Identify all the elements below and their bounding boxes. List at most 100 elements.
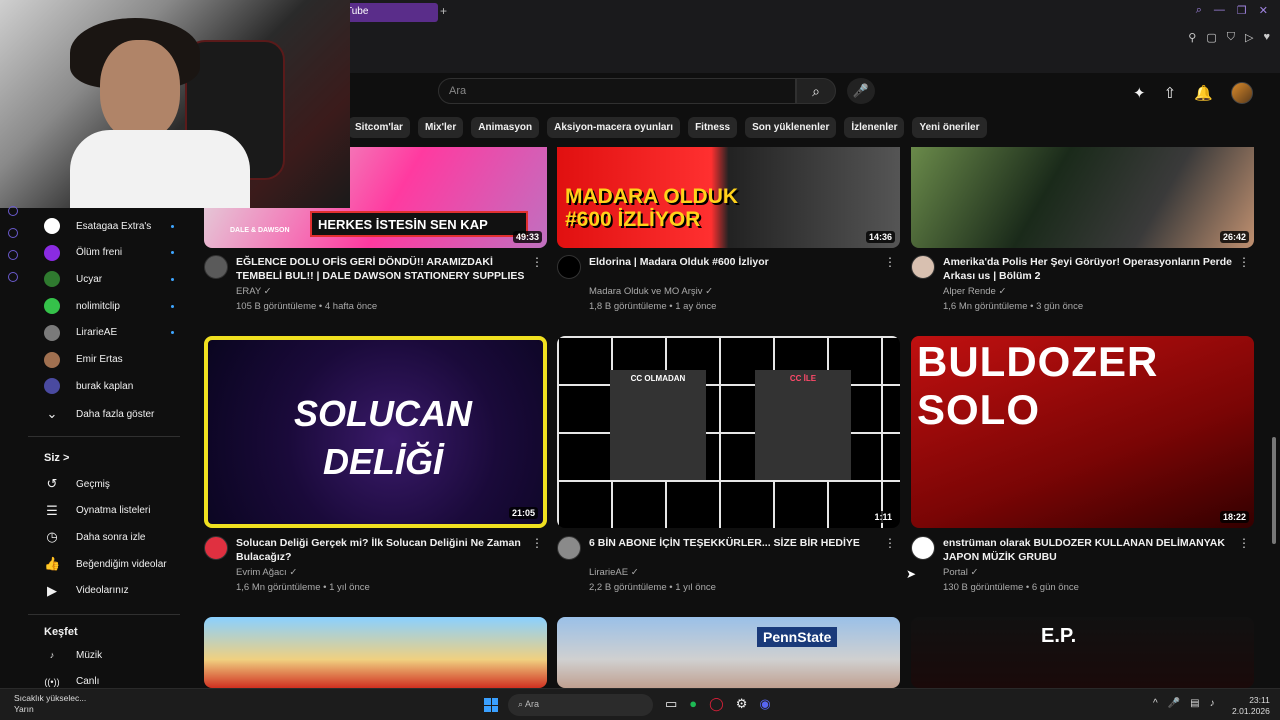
- steam-icon[interactable]: ⚙: [736, 696, 748, 712]
- voice-search-button[interactable]: 🎤: [847, 78, 875, 104]
- video-card[interactable]: MADARA OLDUK #600 İZLİYOR 14:36: [557, 147, 900, 248]
- heart-icon[interactable]: ♥: [1263, 31, 1270, 44]
- notifications-icon[interactable]: 🔔: [1194, 84, 1213, 102]
- you-section-title[interactable]: Siz >: [44, 452, 69, 464]
- channel-name[interactable]: ERAY ✓: [236, 286, 272, 297]
- channel-avatar: [44, 271, 60, 288]
- restore-icon[interactable]: ❐: [1237, 4, 1247, 17]
- video-title[interactable]: Solucan Deliği Gerçek mi? İlk Solucan De…: [236, 536, 526, 564]
- channel-avatar[interactable]: [204, 536, 228, 560]
- sidebar-subscription[interactable]: Esatagaa Extra's: [44, 216, 174, 236]
- sidebar-item[interactable]: ◷ Daha sonra izle: [44, 527, 145, 547]
- chevron-up-icon[interactable]: ^: [1153, 698, 1158, 709]
- scrollbar[interactable]: [1272, 437, 1276, 544]
- search-button[interactable]: ⌕: [796, 78, 836, 104]
- taskbar-search[interactable]: ⌕ Ara: [508, 694, 653, 716]
- channel-name[interactable]: Evrim Ağacı ✓: [236, 567, 297, 578]
- video-title[interactable]: Eldorina | Madara Olduk #600 İzliyor: [589, 255, 879, 269]
- video-card[interactable]: CC OLMADAN CC İLE 1:11: [557, 336, 900, 528]
- shield-icon[interactable]: ⛉: [1227, 31, 1235, 44]
- channel-name[interactable]: Alper Rende ✓: [943, 286, 1006, 297]
- video-card[interactable]: PennState: [557, 617, 900, 688]
- play-icon[interactable]: ▷: [1245, 31, 1253, 44]
- minimize-icon[interactable]: —: [1214, 4, 1225, 17]
- video-thumbnail[interactable]: [204, 617, 547, 688]
- channel-avatar[interactable]: [557, 255, 581, 279]
- video-thumbnail[interactable]: E.P.: [911, 617, 1254, 688]
- file-explorer-icon[interactable]: ▭: [665, 696, 677, 712]
- chip[interactable]: Yeni öneriler: [912, 117, 987, 138]
- sidebar-subscription[interactable]: Ölüm freni: [44, 243, 174, 263]
- sidebar-item[interactable]: ☰ Oynatma listeleri: [44, 501, 150, 521]
- chip[interactable]: Animasyon: [471, 117, 540, 138]
- more-options-icon[interactable]: ⋮: [884, 536, 896, 550]
- close-icon[interactable]: ✕: [1259, 4, 1268, 17]
- sidebar-item[interactable]: ♪ Müzik: [44, 645, 102, 665]
- browser-tab-active[interactable]: Tube: [338, 3, 438, 22]
- network-icon[interactable]: ▤: [1190, 698, 1199, 709]
- video-thumbnail[interactable]: 26:42: [911, 147, 1254, 248]
- volume-icon[interactable]: ♪: [1210, 698, 1215, 709]
- channel-avatar[interactable]: [911, 255, 935, 279]
- search-icon[interactable]: ⌕: [1196, 4, 1202, 17]
- microphone-icon[interactable]: 🎤: [1168, 698, 1180, 709]
- show-more-button[interactable]: ⌄ Daha fazla göster: [44, 404, 155, 424]
- sidebar-subscription[interactable]: Ucyar: [44, 269, 174, 289]
- video-thumbnail[interactable]: MADARA OLDUK #600 İZLİYOR 14:36: [557, 147, 900, 248]
- video-card[interactable]: SOLUCAN DELİĞİ 21:05: [204, 336, 547, 528]
- channel-avatar[interactable]: [911, 536, 935, 560]
- video-thumbnail[interactable]: BULDOZER SOLO 18:22: [911, 336, 1254, 528]
- channel-name[interactable]: LirarieAE ✓: [589, 567, 639, 578]
- video-title[interactable]: EĞLENCE DOLU OFİS GERİ DÖNDÜ!! ARAMIZDAK…: [236, 255, 526, 283]
- chip[interactable]: Mix'ler: [417, 117, 464, 138]
- new-tab-button[interactable]: +: [440, 4, 447, 18]
- thumb-text: MADARA OLDUK #600 İZLİYOR: [565, 185, 739, 231]
- channel-name[interactable]: Madara Olduk ve MO Arşiv ✓: [589, 286, 713, 297]
- discord-icon[interactable]: ◉: [759, 696, 770, 712]
- chevron-right-icon: >: [62, 452, 70, 464]
- upload-icon[interactable]: ⇧: [1164, 84, 1177, 102]
- thumb-panel-right: CC İLE: [755, 370, 851, 480]
- pin-icon[interactable]: ⚲: [1188, 31, 1196, 44]
- chip[interactable]: İzlenenler: [844, 117, 905, 138]
- screenshot-icon[interactable]: ▢: [1206, 31, 1216, 44]
- create-icon[interactable]: ✦: [1133, 84, 1146, 102]
- sidebar-subscription[interactable]: nolimitclip: [44, 296, 174, 316]
- clock[interactable]: 23:11 2.01.2026: [1232, 695, 1270, 717]
- video-title[interactable]: 6 BİN ABONE İÇİN TEŞEKKÜRLER... SİZE BİR…: [589, 536, 879, 550]
- video-thumbnail[interactable]: SOLUCAN DELİĞİ 21:05: [204, 336, 547, 528]
- channel-name[interactable]: Portal ✓: [943, 567, 978, 578]
- sidebar-subscription[interactable]: LirarieAE: [44, 323, 174, 343]
- header-actions: ✦ ⇧ 🔔: [1133, 82, 1253, 104]
- video-card[interactable]: 26:42: [911, 147, 1254, 248]
- spotify-icon[interactable]: ●: [689, 696, 697, 712]
- chip[interactable]: Fitness: [688, 117, 738, 138]
- opera-icon[interactable]: ◯: [709, 696, 724, 712]
- start-button[interactable]: [484, 698, 498, 712]
- sidebar-item[interactable]: 👍 Beğendiğim videolar: [44, 554, 167, 574]
- search-input[interactable]: Ara: [438, 78, 796, 104]
- sidebar-subscription[interactable]: burak kaplan: [44, 376, 174, 396]
- more-options-icon[interactable]: ⋮: [1238, 255, 1250, 269]
- channel-avatar[interactable]: [204, 255, 228, 279]
- sidebar-item[interactable]: ↺ Geçmiş: [44, 474, 110, 494]
- more-options-icon[interactable]: ⋮: [531, 255, 543, 269]
- video-thumbnail[interactable]: PennState: [557, 617, 900, 688]
- more-options-icon[interactable]: ⋮: [1238, 536, 1250, 550]
- video-title[interactable]: Amerika'da Polis Her Şeyi Görüyor! Opera…: [943, 255, 1233, 283]
- channel-avatar[interactable]: [557, 536, 581, 560]
- video-card[interactable]: E.P.: [911, 617, 1254, 688]
- chip[interactable]: Aksiyon-macera oyunları: [547, 117, 681, 138]
- video-card[interactable]: BULDOZER SOLO 18:22: [911, 336, 1254, 528]
- more-options-icon[interactable]: ⋮: [884, 255, 896, 269]
- chip[interactable]: Sitcom'lar: [348, 117, 410, 138]
- weather-widget[interactable]: Sıcaklık yükselec... Yarın: [14, 693, 86, 715]
- chip[interactable]: Son yüklenenler: [745, 117, 837, 138]
- video-title[interactable]: enstrüman olarak BULDOZER KULLANAN DELİM…: [943, 536, 1233, 564]
- more-options-icon[interactable]: ⋮: [531, 536, 543, 550]
- avatar[interactable]: [1230, 82, 1253, 104]
- sidebar-subscription[interactable]: Emir Ertas: [44, 350, 174, 370]
- video-thumbnail[interactable]: CC OLMADAN CC İLE 1:11: [557, 336, 900, 528]
- sidebar-item[interactable]: ▶ Videolarınız: [44, 581, 129, 601]
- video-card[interactable]: [204, 617, 547, 688]
